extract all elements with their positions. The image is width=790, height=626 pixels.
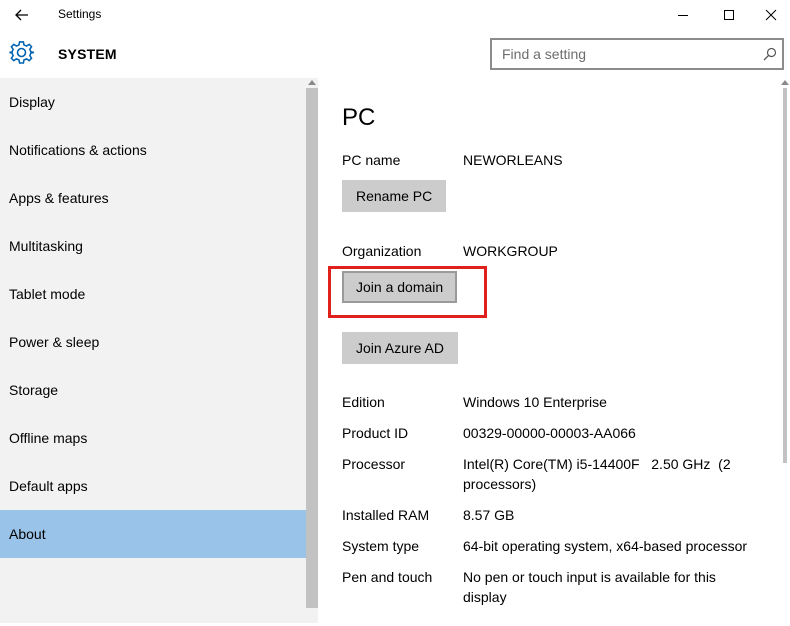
title-bar: Settings <box>0 0 790 30</box>
close-icon <box>765 9 777 21</box>
maximize-button[interactable] <box>706 0 752 30</box>
installed-ram-value: 8.57 GB <box>463 507 515 523</box>
sidebar-item-label: Storage <box>9 382 59 398</box>
sidebar-item-label: Multitasking <box>9 238 83 254</box>
sidebar-item-storage[interactable]: Storage <box>0 366 306 414</box>
edition-label: Edition <box>342 394 385 410</box>
join-domain-button[interactable]: Join a domain <box>342 271 458 303</box>
window-title: Settings <box>58 7 102 21</box>
sidebar-item-label: About <box>9 526 46 542</box>
pen-touch-value: No pen or touch input is available for t… <box>463 569 716 605</box>
about-content: PC PC name NEWORLEANS Rename PC Organiza… <box>318 78 780 623</box>
close-button[interactable] <box>752 0 790 30</box>
system-gear-icon <box>9 40 35 66</box>
organization-value: WORKGROUP <box>463 243 558 259</box>
pc-name-value: NEWORLEANS <box>463 152 563 168</box>
sidebar-item-label: Apps & features <box>9 190 109 206</box>
processor-label: Processor <box>342 456 406 472</box>
content-scroll-thumb[interactable] <box>783 88 787 463</box>
sidebar-scrollbar[interactable] <box>306 78 318 623</box>
sidebar-item-display[interactable]: Display <box>0 78 306 126</box>
scroll-up-icon[interactable] <box>308 80 316 85</box>
edition-value: Windows 10 Enterprise <box>463 394 607 410</box>
sidebar-item-label: Default apps <box>9 478 88 494</box>
minimize-button[interactable] <box>660 0 706 30</box>
rename-pc-button[interactable]: Rename PC <box>342 180 447 212</box>
pen-touch-label: Pen and touch <box>342 569 433 585</box>
cut-off-link-text-icon <box>342 621 772 626</box>
search-box[interactable] <box>490 38 784 70</box>
sidebar-item-power-sleep[interactable]: Power & sleep <box>0 318 306 366</box>
sidebar-item-label: Display <box>9 94 55 110</box>
installed-ram-label: Installed RAM <box>342 507 430 523</box>
back-arrow-icon <box>15 9 28 21</box>
sidebar-item-label: Tablet mode <box>9 286 86 302</box>
search-icon[interactable] <box>762 46 778 62</box>
organization-label: Organization <box>342 243 422 259</box>
section-title: SYSTEM <box>58 46 117 62</box>
product-id-value: 00329-00000-00003-AA066 <box>463 425 636 441</box>
sidebar-item-apps-features[interactable]: Apps & features <box>0 174 306 222</box>
sidebar-item-about[interactable]: About <box>0 510 306 558</box>
sidebar-item-offline-maps[interactable]: Offline maps <box>0 414 306 462</box>
sidebar-scroll-thumb[interactable] <box>306 88 318 608</box>
scroll-up-icon[interactable] <box>781 80 789 85</box>
page-title: PC <box>342 104 376 131</box>
page-header: SYSTEM <box>0 30 790 78</box>
system-type-value: 64-bit operating system, x64-based proce… <box>463 538 748 554</box>
processor-value: Intel(R) Core(TM) i5-14400F 2.50 GHz (2 … <box>463 456 735 492</box>
system-type-label: System type <box>342 538 420 554</box>
content-scrollbar[interactable] <box>780 78 790 623</box>
product-id-label: Product ID <box>342 425 409 441</box>
sidebar-item-tablet-mode[interactable]: Tablet mode <box>0 270 306 318</box>
sidebar-item-multitasking[interactable]: Multitasking <box>0 222 306 270</box>
search-input[interactable] <box>492 40 754 68</box>
sidebar-item-label: Notifications & actions <box>9 142 147 158</box>
sidebar-nav: Display Notifications & actions Apps & f… <box>0 78 306 623</box>
minimize-icon <box>678 15 688 16</box>
sidebar-item-label: Offline maps <box>9 430 88 446</box>
sidebar-item-default-apps[interactable]: Default apps <box>0 462 306 510</box>
pc-name-label: PC name <box>342 152 401 168</box>
join-azure-ad-button[interactable]: Join Azure AD <box>342 332 458 364</box>
sidebar-item-notifications[interactable]: Notifications & actions <box>0 126 306 174</box>
back-button[interactable] <box>8 4 36 26</box>
maximize-icon <box>724 10 734 20</box>
partially-visible-link[interactable] <box>342 616 772 626</box>
sidebar-item-label: Power & sleep <box>9 334 100 350</box>
